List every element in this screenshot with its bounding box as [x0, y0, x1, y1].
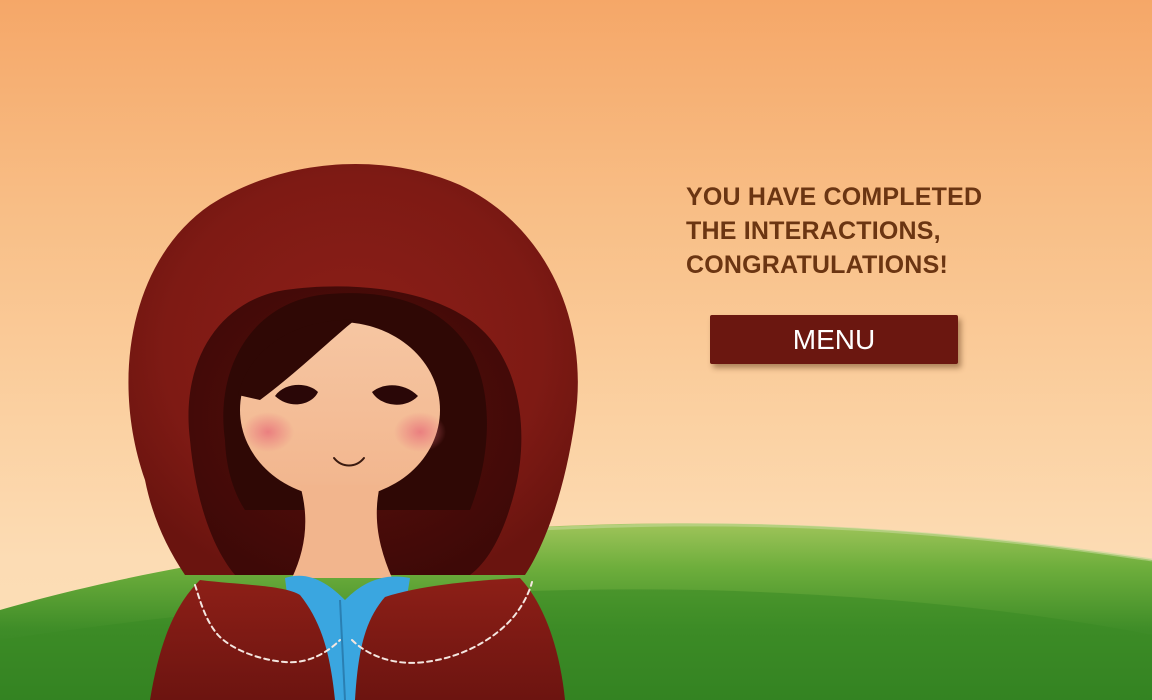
completion-message-line: CONGRATULATIONS! — [686, 251, 948, 279]
scene-illustration — [0, 163, 1152, 700]
completion-message-line: YOU HAVE COMPLETED — [686, 183, 983, 211]
completion-message: YOU HAVE COMPLETED THE INTERACTIONS, CON… — [686, 180, 1016, 282]
menu-button[interactable]: MENU — [710, 315, 958, 364]
game-scene: YOU HAVE COMPLETED THE INTERACTIONS, CON… — [0, 0, 1152, 700]
red-riding-hood-character — [128, 163, 578, 700]
completion-message-line: THE INTERACTIONS, — [686, 217, 941, 245]
